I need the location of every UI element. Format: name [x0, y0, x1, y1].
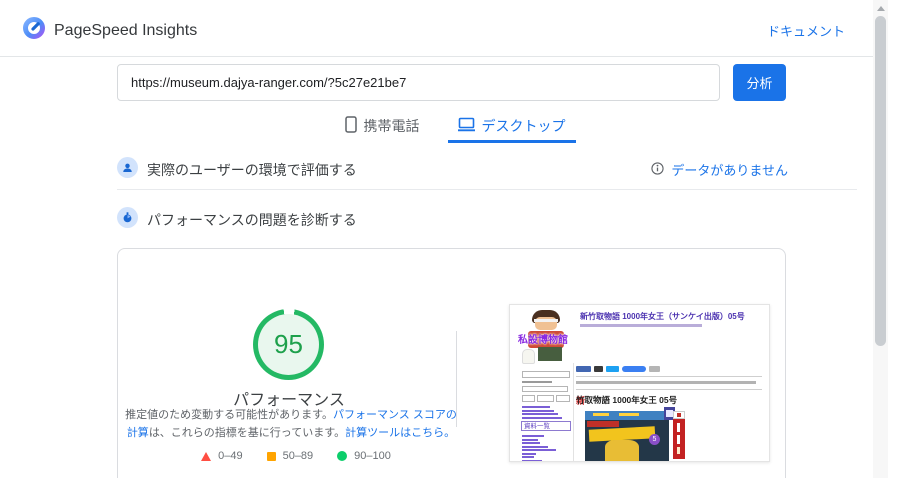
scrollbar-thumb[interactable]: [875, 16, 886, 346]
field-section-title: 実際のユーザーの環境で評価する: [147, 162, 357, 178]
pagespeed-insights-app: PageSpeed Insights ドキュメント 分析 携帯電話 デスクトップ…: [0, 0, 910, 478]
thumb-sidebar-widgets: 資料一覧: [510, 305, 572, 461]
performance-report-card: 95 パフォーマンス 推定値のため変動する可能性があります。パフォーマンス スコ…: [117, 248, 786, 478]
tab-mobile-label: 携帯電話: [363, 118, 420, 134]
thumb-column-divider: [573, 363, 574, 461]
legend-range-average: 50–89: [282, 450, 314, 462]
lab-data-stopwatch-icon: [117, 207, 138, 228]
legend-item-poor: 0–49: [201, 450, 243, 462]
section-divider: [117, 189, 857, 190]
pagespeed-logo-icon: [22, 16, 46, 45]
phone-icon: [344, 116, 357, 136]
thumb-page-title: 新竹取物語 1000年女王（サンケイ出版）05号: [580, 312, 745, 321]
tab-mobile[interactable]: 携帯電話: [341, 112, 424, 140]
cover-badge: 5: [649, 434, 660, 445]
legend-range-poor: 0–49: [218, 450, 243, 462]
green-circle-icon: [337, 451, 348, 461]
documentation-link[interactable]: ドキュメント: [767, 21, 845, 40]
lab-section-title: パフォーマンスの問題を診断する: [147, 212, 357, 228]
disclaimer-text-2: は、これらの指標を基に行っています。: [148, 426, 346, 439]
screenshot-thumbnail: 私設博物館 新竹取物語 1000年女王（サンケイ出版）05号 資料一覧 新 竹取…: [509, 304, 770, 462]
active-tab-underline: [447, 140, 576, 143]
legend-item-good: 90–100: [337, 450, 391, 462]
thumb-meta-bar: [576, 381, 756, 384]
calculator-link[interactable]: 計算ツールはこちら。: [345, 427, 455, 439]
thumb-share-buttons: [576, 366, 591, 372]
red-triangle-icon: [201, 451, 212, 461]
scrollbar-up-arrow[interactable]: [877, 6, 885, 11]
score-disclaimer: 推定値のため変動する可能性があります。パフォーマンス スコアの計算は、これらの指…: [123, 407, 459, 442]
laptop-icon: [457, 117, 475, 135]
score-gauge-fill: 95: [258, 314, 319, 375]
score-legend: 0–49 50–89 90–100: [156, 450, 436, 462]
device-tabs: 携帯電話 デスクトップ: [0, 112, 910, 143]
performance-score-value: 95: [274, 329, 303, 359]
disclaimer-text-1: 推定値のため変動する可能性があります。: [125, 409, 334, 421]
orange-square-icon: [266, 451, 276, 461]
info-icon: [651, 161, 665, 178]
field-data-user-icon: [117, 157, 138, 178]
tab-desktop[interactable]: デスクトップ: [447, 112, 576, 143]
no-data-label: データがありません: [671, 163, 788, 178]
legend-range-good: 90–100: [354, 450, 391, 462]
card-vertical-divider: [456, 331, 457, 427]
app-header: PageSpeed Insights ドキュメント: [0, 0, 873, 57]
thumb-tagline-bar: [580, 324, 702, 327]
tab-desktop-label: デスクトップ: [481, 118, 566, 134]
no-data-badge[interactable]: データがありません: [651, 160, 788, 179]
url-input[interactable]: [117, 64, 720, 101]
comic-cover-art: 5: [585, 407, 686, 461]
performance-score-gauge: 95: [253, 309, 324, 380]
legend-item-average: 50–89: [266, 450, 314, 462]
thumb-sidebar-box: 資料一覧: [521, 421, 571, 431]
home-link[interactable]: PageSpeed Insights: [22, 16, 197, 45]
analyze-button[interactable]: 分析: [733, 64, 786, 101]
app-title: PageSpeed Insights: [54, 21, 198, 39]
